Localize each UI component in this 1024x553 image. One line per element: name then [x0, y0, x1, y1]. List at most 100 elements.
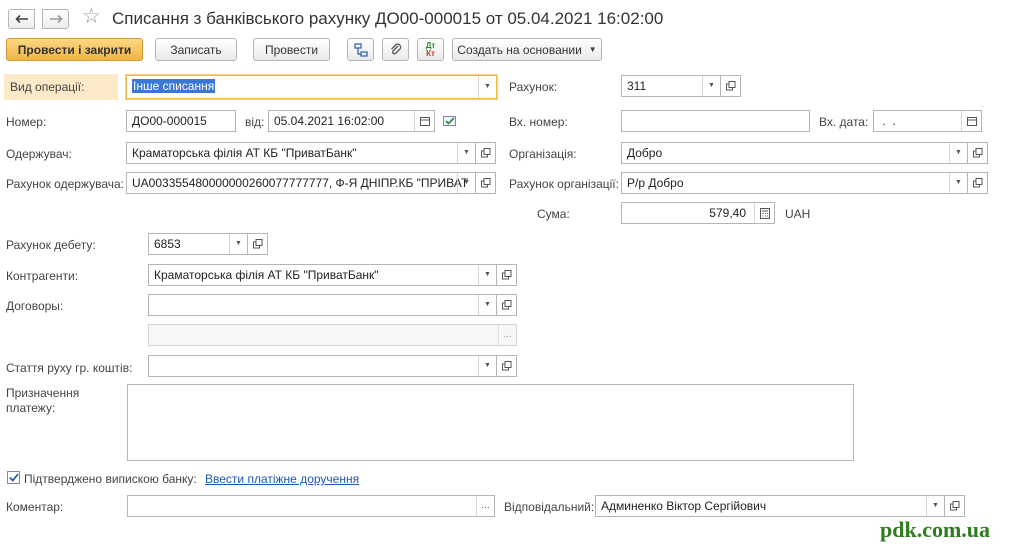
chevron-down-icon[interactable]: ▼ [457, 143, 475, 163]
caret-down-icon: ▼ [588, 45, 597, 54]
comment-field[interactable]: ... [127, 495, 495, 517]
operation-type-select[interactable]: Інше списання ▼ [126, 75, 497, 99]
star-icon[interactable]: ☆ [82, 6, 101, 27]
responsible-select[interactable]: Админенко Віктор Сергійович ▼ [595, 495, 945, 517]
calculator-icon[interactable] [754, 203, 774, 223]
chevron-down-icon[interactable]: ▼ [926, 496, 944, 516]
account-label: Рахунок: [509, 80, 558, 94]
debit-account-label: Рахунок дебету: [6, 238, 96, 252]
sum-field[interactable]: 579,40 [621, 202, 775, 224]
bank-confirmed-label: Підтверджено випискою банку: [24, 472, 197, 486]
chevron-down-icon[interactable]: ▼ [949, 143, 967, 163]
debit-account-select[interactable]: 6853 ▼ [148, 233, 248, 255]
sum-value: 579,40 [709, 206, 746, 220]
number-field[interactable]: ДО00-000015 [126, 110, 236, 132]
org-account-value: Р/р Добро [627, 176, 684, 190]
bank-confirmed-checkbox[interactable] [7, 471, 20, 484]
responsible-value: Админенко Віктор Сергійович [601, 499, 767, 513]
incoming-date-label: Вх. дата: [819, 115, 869, 129]
payment-purpose-label-2: платежу: [6, 401, 56, 415]
create-based-on-label: Создать на основании [457, 42, 582, 57]
cash-flow-item-select[interactable]: ▼ [148, 355, 497, 377]
arrow-left-icon [14, 14, 28, 24]
open-contracts-icon[interactable] [497, 294, 517, 316]
chevron-down-icon[interactable]: ▼ [478, 265, 496, 285]
contracts-extra-field: ... [148, 324, 517, 346]
dt-kt-button[interactable]: Дт Кт [417, 38, 444, 61]
open-org-account-icon[interactable] [968, 172, 988, 194]
recipient-account-value: UA003355480000000260077777777, Ф-Я ДНІПР… [132, 176, 469, 190]
enter-payment-order-link[interactable]: Ввести платіжне доручення [205, 472, 359, 486]
date-field[interactable]: 05.04.2021 16:02:00 [268, 110, 435, 132]
organization-value: Добро [627, 146, 663, 160]
responsible-label: Відповідальний: [504, 500, 595, 514]
open-recipient-icon[interactable] [476, 142, 496, 164]
currency-label: UAH [785, 207, 811, 221]
org-account-label: Рахунок організації: [509, 177, 619, 191]
structure-button[interactable] [347, 38, 374, 61]
account-value: 311 [627, 79, 647, 93]
sum-label: Сума: [537, 207, 570, 221]
operation-type-label: Вид операції: [10, 80, 85, 94]
page-title: Списання з банківського рахунку ДО00-000… [112, 9, 664, 28]
chevron-down-icon[interactable]: ▼ [478, 76, 496, 98]
open-account-icon[interactable] [721, 75, 741, 97]
chevron-down-icon[interactable]: ▼ [229, 234, 247, 254]
structure-icon [353, 42, 368, 57]
contracts-label: Договоры: [6, 299, 64, 313]
dt-kt-icon: Дт Кт [426, 41, 436, 58]
recipient-value: Краматорська філія АТ КБ "ПриватБанк" [132, 146, 357, 160]
save-button[interactable]: Записать [155, 38, 237, 61]
organization-select[interactable]: Добро ▼ [621, 142, 968, 164]
operation-type-value: Інше списання [132, 79, 216, 93]
chevron-down-icon[interactable]: ▼ [702, 76, 720, 96]
chevron-down-icon[interactable]: ▼ [457, 173, 475, 193]
comment-label: Коментар: [6, 500, 64, 514]
org-account-select[interactable]: Р/р Добро ▼ [621, 172, 968, 194]
watermark: pdk.com.ua [880, 517, 991, 542]
recipient-label: Одержувач: [6, 147, 72, 161]
ellipsis-icon[interactable]: ... [476, 496, 494, 516]
recipient-select[interactable]: Краматорська філія АТ КБ "ПриватБанк" ▼ [126, 142, 476, 164]
organization-label: Організація: [509, 147, 577, 161]
payment-purpose-label-1: Призначення [6, 386, 80, 400]
attach-button[interactable] [382, 38, 409, 61]
counterparties-select[interactable]: Краматорська філія АТ КБ "ПриватБанк" ▼ [148, 264, 497, 286]
post-and-close-button[interactable]: Провести і закрити [6, 38, 143, 61]
open-recipient-account-icon[interactable] [476, 172, 496, 194]
date-label: від: [245, 115, 265, 129]
counterparties-value: Краматорська філія АТ КБ "ПриватБанк" [154, 268, 379, 282]
chevron-down-icon[interactable]: ▼ [949, 173, 967, 193]
open-responsible-icon[interactable] [945, 495, 965, 517]
recipient-account-select[interactable]: UA003355480000000260077777777, Ф-Я ДНІПР… [126, 172, 476, 194]
arrow-right-icon [49, 14, 63, 24]
chevron-down-icon[interactable]: ▼ [478, 295, 496, 315]
open-debit-account-icon[interactable] [248, 233, 268, 255]
ellipsis-icon: ... [498, 325, 516, 345]
paperclip-icon [390, 43, 401, 54]
incoming-date-value: . . [879, 114, 910, 128]
cash-flow-item-label: Стаття руху гр. коштів: [6, 361, 133, 375]
debit-account-value: 6853 [154, 237, 181, 251]
open-counterparties-icon[interactable] [497, 264, 517, 286]
date-value: 05.04.2021 16:02:00 [274, 114, 385, 128]
account-select[interactable]: 311 ▼ [621, 75, 721, 97]
contracts-select[interactable]: ▼ [148, 294, 497, 316]
check-document-icon[interactable] [443, 115, 457, 130]
calendar-icon[interactable] [961, 111, 981, 131]
forward-button[interactable] [42, 9, 69, 29]
payment-purpose-textarea[interactable] [127, 384, 854, 461]
open-organization-icon[interactable] [968, 142, 988, 164]
calendar-icon[interactable] [414, 111, 434, 131]
incoming-number-field[interactable] [621, 110, 810, 132]
recipient-account-label: Рахунок одержувача: [6, 177, 124, 191]
counterparties-label: Контрагенти: [6, 269, 79, 283]
back-button[interactable] [8, 9, 35, 29]
incoming-date-field[interactable]: . . [873, 110, 982, 132]
checkmark-icon [8, 473, 19, 482]
kt-label: Кт [426, 48, 435, 58]
post-button[interactable]: Провести [253, 38, 330, 61]
chevron-down-icon[interactable]: ▼ [478, 356, 496, 376]
create-based-on-button[interactable]: Создать на основании ▼ [452, 38, 602, 61]
open-cash-flow-item-icon[interactable] [497, 355, 517, 377]
